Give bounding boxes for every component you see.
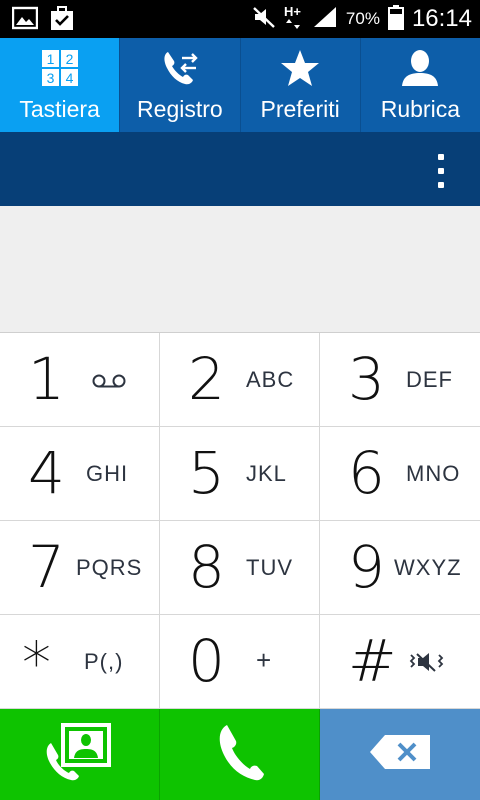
star-icon — [280, 46, 320, 90]
status-bar: H+ 70% 16:14 — [0, 0, 480, 38]
phone-icon — [215, 721, 265, 788]
key-4[interactable]: 4 GHI — [0, 427, 160, 521]
phone-number-input[interactable] — [0, 206, 480, 332]
video-call-button[interactable] — [0, 709, 160, 800]
key-digit: 7 — [28, 533, 65, 601]
dot — [438, 182, 444, 188]
key-0[interactable]: 0 + — [160, 615, 320, 709]
battery-percent: 70% — [345, 9, 380, 28]
key-star[interactable]: * P(,) — [0, 615, 160, 709]
key-5[interactable]: 5 JKL — [160, 427, 320, 521]
svg-text:H+: H+ — [284, 4, 301, 19]
key-letters: + — [256, 645, 273, 675]
key-digit: 0 — [188, 627, 225, 695]
key-digit: 2 — [188, 345, 225, 413]
clock: 16:14 — [411, 5, 472, 32]
key-hash[interactable]: # — [320, 615, 480, 709]
key-letters: TUV — [246, 555, 293, 580]
key-2[interactable]: 2 ABC — [160, 333, 320, 427]
contact-call-icon — [43, 721, 117, 788]
bottom-actions — [0, 709, 480, 800]
key-digit: 6 — [348, 439, 385, 507]
key-7[interactable]: 7 PQRS — [0, 521, 160, 615]
key-letters: PQRS — [76, 555, 143, 580]
backspace-icon — [369, 734, 431, 775]
key-letters: WXYZ — [394, 555, 462, 580]
call-button[interactable] — [160, 709, 320, 800]
key-digit: 8 — [188, 533, 225, 601]
key-letters: MNO — [406, 461, 461, 486]
key-digit: 5 — [188, 439, 225, 507]
tab-label: Tastiera — [19, 96, 100, 122]
key-letters: DEF — [406, 367, 453, 392]
svg-text:2: 2 — [65, 51, 73, 67]
key-6[interactable]: 6 MNO — [320, 427, 480, 521]
person-icon — [400, 46, 440, 90]
tab-label: Registro — [137, 96, 223, 122]
svg-text:3: 3 — [46, 70, 54, 86]
network-type-icon: H+ — [284, 3, 304, 36]
key-letters: ABC — [246, 367, 295, 392]
vibrate-mode-icon — [408, 649, 444, 680]
key-9[interactable]: 9 WXYZ — [320, 521, 480, 615]
key-digit: 9 — [348, 533, 385, 601]
key-letters: P(,) — [84, 649, 124, 674]
key-3[interactable]: 3 DEF — [320, 333, 480, 427]
dial-keypad: 1 2 ABC 3 DEF 4 GHI 5 JKL 6 MNO 7 PQRS 8… — [0, 333, 480, 709]
tab-bar: 1 2 3 4 Tastiera Registro Preferiti Rubr… — [0, 38, 480, 132]
delete-button[interactable] — [320, 709, 480, 800]
key-digit: 1 — [28, 345, 65, 413]
tab-favorites[interactable]: Preferiti — [241, 38, 361, 132]
key-1[interactable]: 1 — [0, 333, 160, 427]
tab-keypad[interactable]: 1 2 3 4 Tastiera — [0, 38, 121, 132]
number-display — [0, 206, 480, 333]
svg-text:1: 1 — [46, 51, 54, 67]
key-digit: 3 — [348, 345, 385, 413]
svg-text:4: 4 — [65, 70, 73, 86]
tab-log[interactable]: Registro — [120, 38, 241, 132]
signal-strength-icon — [312, 5, 338, 34]
dot — [438, 168, 444, 174]
key-letters: JKL — [246, 461, 287, 486]
call-log-icon — [160, 46, 200, 90]
briefcase-check-icon — [50, 6, 74, 37]
key-letters: GHI — [86, 461, 129, 486]
dot — [438, 154, 444, 160]
key-digit: # — [348, 627, 397, 695]
action-bar — [0, 132, 480, 206]
key-8[interactable]: 8 TUV — [160, 521, 320, 615]
key-digit: * — [22, 629, 51, 697]
keypad-icon: 1 2 3 4 — [41, 46, 79, 90]
tab-label: Preferiti — [260, 96, 340, 122]
battery-icon — [387, 4, 404, 35]
overflow-menu-button[interactable] — [436, 154, 446, 188]
voicemail-icon — [92, 373, 126, 394]
gallery-icon — [11, 6, 39, 37]
mute-icon — [252, 5, 276, 34]
tab-label: Rubrica — [380, 96, 460, 122]
tab-contacts[interactable]: Rubrica — [361, 38, 480, 132]
key-digit: 4 — [28, 439, 65, 507]
